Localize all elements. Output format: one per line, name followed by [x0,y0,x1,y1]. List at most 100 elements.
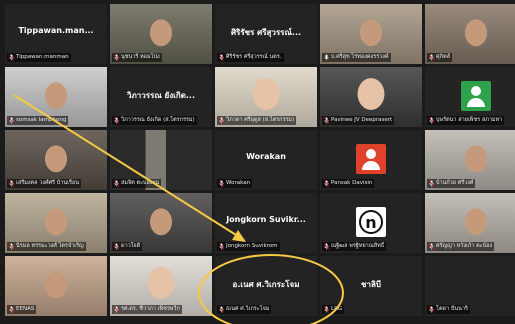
participant-name-label: บ.ศรีสุข ไร่ทองคงรรวงค์ [322,53,391,62]
participant-name-label: LRG [322,305,345,314]
participant-name: ดาวใจดี [121,243,141,249]
participant-tile[interactable]: n ณฐิฒล พรฐิทยาณสิทธิ์ [320,193,422,253]
participant-name: ศรัญญา หวังเก้า ตะบ้อง [436,243,493,249]
participant-tile[interactable]: Tippawan.man... Tippawan.manman [5,4,107,64]
mic-muted-icon [219,117,224,124]
participant-tile[interactable]: ศิริรัชร ศรีสุวรรณ์... ศิริรัชร ศรีสุวรรณ… [215,4,317,64]
participant-name: วิภาดา ศรีอุดูส (ส.ไตรกรรม) [226,117,295,123]
mic-muted-icon [324,180,329,187]
participant-tile[interactable]: บ.ศรีสุข ไร่ทองคงรรวงค์ [320,4,422,64]
participant-display-name: Jongkorn Suvikr... [226,215,306,224]
participant-tile[interactable]: บุษรัตนา สายเพ็ชร สภามหา [425,67,515,127]
participant-name-label: โตดา ปันนาริ [427,305,470,314]
zoom-gallery-view: Tippawan.man... Tippawan.manman นุชนารี หอ… [0,0,515,324]
mic-muted-icon [324,306,329,313]
mic-icon [324,54,329,61]
participant-tile[interactable]: อ.เนศ ศ.วิเกระโจมธเนศ ศ.วิเกระโจม [215,256,317,316]
participant-tile[interactable]: Jongkorn Suvikr... Jongkorn Suvikrom [215,193,317,253]
mic-muted-icon [114,54,119,61]
mic-muted-icon [324,117,329,124]
participant-name-label: Tippawan.manman [7,53,71,62]
participant-display-name: ศิริรัชร ศรีสุวรรณ์... [230,28,302,37]
participant-name: วิภาวรรณ ยังเกิด (ส.ไตรกรรม) [121,117,195,123]
participant-name: รศ.ดร. ชีวาภา เพ็ชรพวีก [121,306,180,312]
participant-name-label: ธเนศ ศ.วิเกระโจม [217,305,272,314]
participant-name: Pavinee JV Deeprasert [331,117,393,123]
participant-tile[interactable]: somsak lamphong [5,67,107,127]
participant-name: นิรมล หรรมะวงศ์ ไตรจำเริญ [16,243,84,249]
participant-name: นุชนารี หอมโป่ง [121,54,160,60]
mic-muted-icon [429,243,434,250]
participant-name: Worakan [226,180,251,186]
participant-name-label: สมจิต ตะบองยม [112,179,162,188]
participant-display-name: Worakan [246,152,286,161]
participant-name-label: Worakan [217,179,253,188]
participant-tile[interactable]: ชาลิบี LRG [320,256,422,316]
default-avatar-icon [461,81,491,111]
profile-picture: n [356,207,386,237]
participant-display-name: อ.เนศ ศ.วิเกระโจม [232,280,300,289]
mic-muted-icon [429,117,434,124]
participant-tile[interactable]: วิภาดา ศรีอุดูส (ส.ไตรกรรม) [215,67,317,127]
mic-muted-icon [429,54,434,61]
participant-tile[interactable]: นิรมล หรรมะวงศ์ ไตรจำเริญ [5,193,107,253]
participant-tile[interactable]: เสรีมงคล วงศ์ศรี บ้านเรือน [5,130,107,190]
participant-name-label: บ้านก้วย ศรีวงศ์ [427,179,476,188]
participant-tile[interactable]: บ้านก้วย ศรีวงศ์ [425,130,515,190]
participant-tile[interactable]: ศรัญญา หวังเก้า ตะบ้อง [425,193,515,253]
participant-name-label: เสรีมงคล วงศ์ศรี บ้านเรือน [7,179,81,188]
participant-display-name: วิภาวรรณ ยังเกิด... [126,91,196,100]
participant-name-label: Jongkorn Suvikrom [217,242,280,251]
participant-tile[interactable]: Pansak Davisin [320,130,422,190]
participant-name-label: วิภาดา ศรีอุดูส (ส.ไตรกรรม) [217,116,297,125]
participant-tile[interactable]: โตดา ปันนาริ [425,256,515,316]
mic-muted-icon [429,306,434,313]
participant-tile[interactable]: Worakan Worakan [215,130,317,190]
profile-picture-letter: n [359,210,383,234]
participant-name: ศิริรัชร ศรีสุวรรณ์ นตร. [226,54,282,60]
participant-name-label: ดาวใจดี [112,242,143,251]
participant-tile[interactable]: ดาวใจดี [110,193,212,253]
participant-name: LRG [331,306,343,312]
mic-muted-icon [9,117,14,124]
mic-muted-icon [114,306,119,313]
participant-name: EENAS [16,306,35,312]
mic-muted-icon [219,243,224,250]
participant-display-name: Tippawan.man... [18,26,94,35]
participant-name-label: วิภาวรรณ ยังเกิด (ส.ไตรกรรม) [112,116,197,125]
mic-muted-icon [429,180,434,187]
participant-name-label: นิรมล หรรมะวงศ์ ไตรจำเริญ [7,242,86,251]
participant-display-name: ชาลิบี [361,280,381,289]
participant-name-label: บุษรัตนา สายเพ็ชร สภามหา [427,116,505,125]
participant-tile[interactable]: วิภาวรรณ ยังเกิด... วิภาวรรณ ยังเกิด (ส.ไ… [110,67,212,127]
participant-name-label: Pansak Davisin [322,179,375,188]
participant-tile[interactable]: EENAS [5,256,107,316]
mic-muted-icon [114,180,119,187]
participant-name: somsak lamphong [16,117,67,123]
participant-name-label: ศิริรัชร ศรีสุวรรณ์ นตร. [217,53,284,62]
mic-muted-icon [9,180,14,187]
participant-name-label: ณฐิฒล พรฐิทยาณสิทธิ์ [322,242,387,251]
mic-muted-icon [324,243,329,250]
mic-muted-icon [219,54,224,61]
mic-muted-icon [114,117,119,124]
participant-name: โตดา ปันนาริ [436,306,468,312]
participant-name-label: นุชนารี หอมโป่ง [112,53,162,62]
participant-name: สมจิต ตะบองยม [121,180,160,186]
participant-name: บ้านก้วย ศรีวงศ์ [436,180,474,186]
participant-name: Tippawan.manman [16,54,69,60]
participant-name: บ.ศรีสุข ไร่ทองคงรรวงค์ [331,54,389,60]
mic-muted-icon [9,306,14,313]
participant-name: ณฐิฒล พรฐิทยาณสิทธิ์ [331,243,385,249]
participant-tile[interactable]: Pavinee JV Deeprasert [320,67,422,127]
participant-tile[interactable]: ศุภิตส์ [425,4,515,64]
participant-tile[interactable]: นุชนารี หอมโป่ง [110,4,212,64]
mic-muted-icon [219,180,224,187]
participant-name-label: ศรัญญา หวังเก้า ตะบ้อง [427,242,495,251]
participant-tile[interactable]: สมจิต ตะบองยม [110,130,212,190]
mic-muted-icon [9,243,14,250]
participant-name-label: ศุภิตส์ [427,53,453,62]
mic-muted-icon [114,243,119,250]
participant-name-label: รศ.ดร. ชีวาภา เพ็ชรพวีก [112,305,182,314]
participant-tile[interactable]: รศ.ดร. ชีวาภา เพ็ชรพวีก [110,256,212,316]
